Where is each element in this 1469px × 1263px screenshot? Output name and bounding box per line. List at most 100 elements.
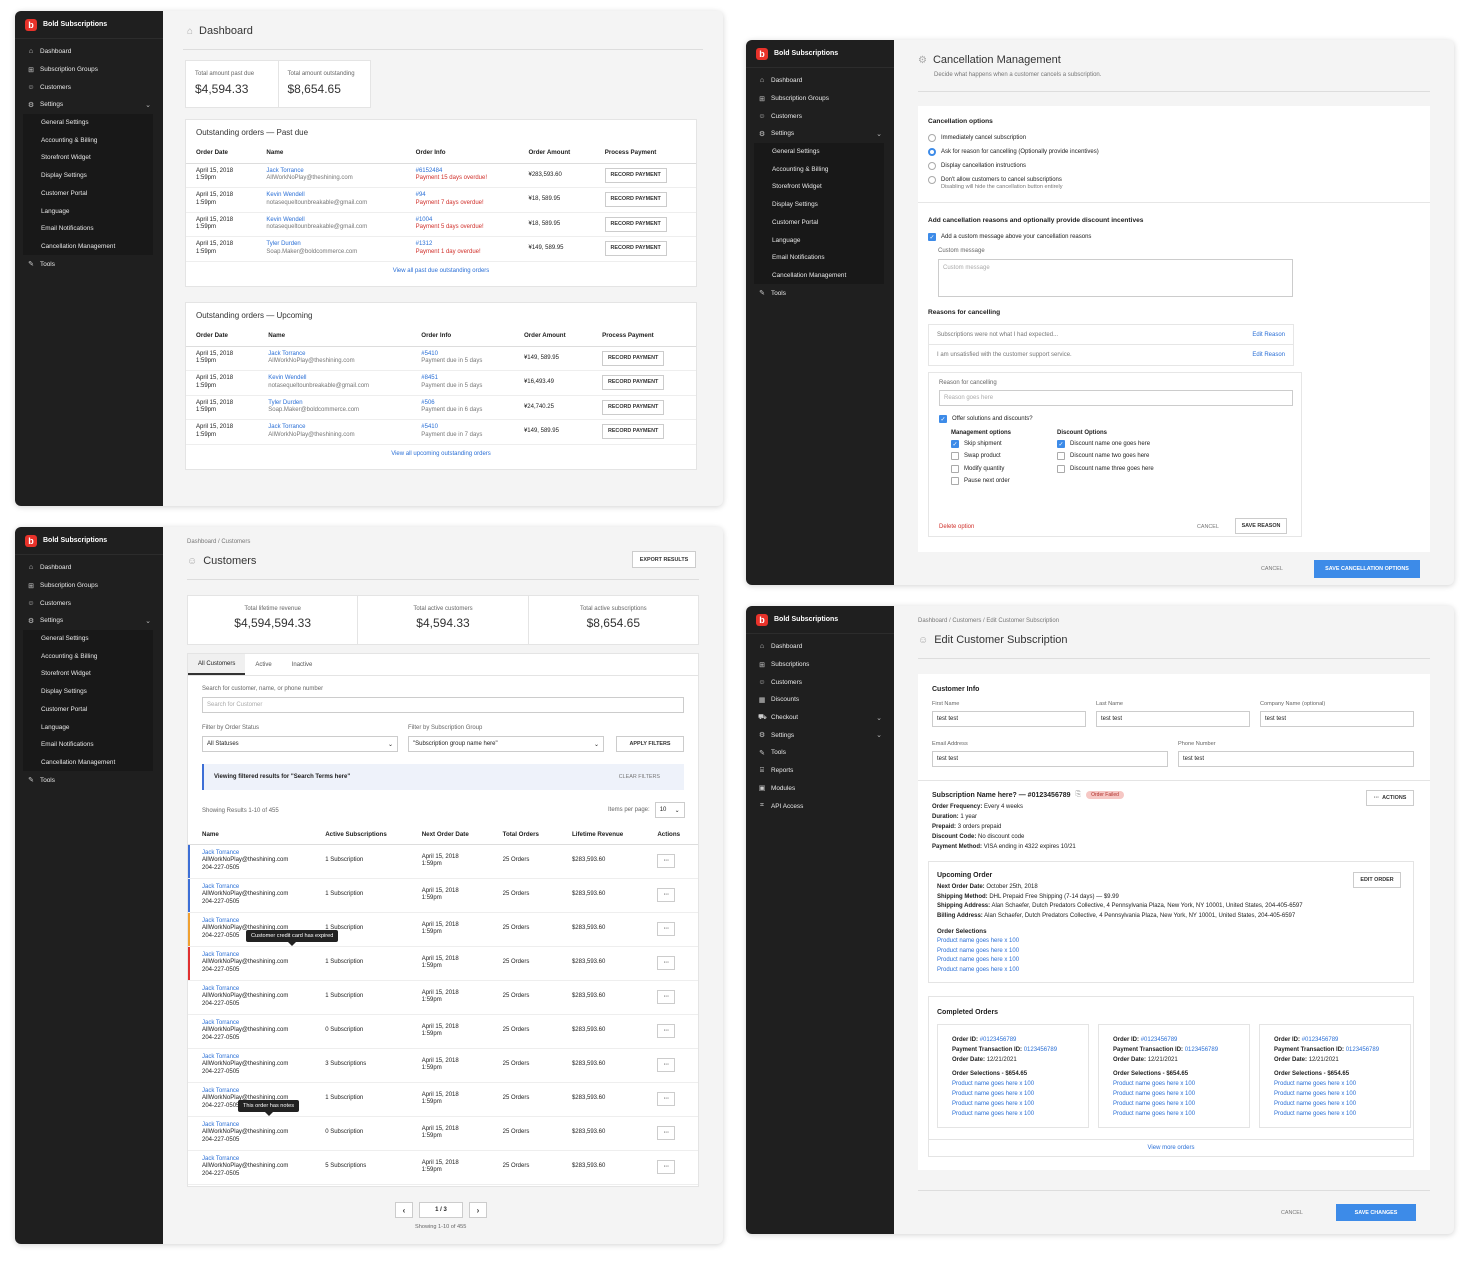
last-name-input[interactable]: test test (1096, 711, 1250, 727)
customer-name-link[interactable]: Kevin Wendell (266, 217, 395, 225)
row-actions-button[interactable]: ··· (657, 990, 676, 1004)
checkbox[interactable] (1057, 464, 1065, 473)
nav-accounting-billing[interactable]: Accounting & Billing (23, 647, 153, 665)
option-immediate[interactable]: Immediately cancel subscription (928, 131, 1099, 145)
nav-subscription-groups[interactable]: ⊞ Subscription Groups (15, 577, 163, 595)
nav-tools[interactable]: ✎ Tools (746, 744, 894, 762)
order-number-link[interactable]: #5410 (421, 424, 504, 432)
save-changes-button[interactable]: SAVE CHANGES (1336, 1204, 1416, 1221)
nav-storefront-widget[interactable]: Storefront Widget (23, 149, 153, 167)
tab-active[interactable]: Active (245, 654, 281, 675)
row-actions-button[interactable]: ··· (657, 956, 676, 970)
column-header[interactable]: Name (188, 826, 312, 845)
nav-customers[interactable]: ☺ Customers (15, 78, 163, 96)
view-all-link[interactable]: View all past due outstanding orders (186, 268, 696, 274)
breadcrumb[interactable]: Dashboard / Customers / Edit Customer Su… (918, 618, 1059, 624)
mgmt-skip-shipment[interactable]: ✓ Skip shipment (951, 438, 1011, 450)
email-input[interactable]: test test (932, 751, 1168, 767)
order-number-link[interactable]: #5410 (421, 351, 504, 359)
customer-name-link[interactable]: Tyler Durden (266, 241, 395, 249)
order-id-link[interactable]: #0123456789 (1141, 1037, 1178, 1043)
checkbox[interactable] (1057, 452, 1065, 461)
customer-name-link[interactable]: Tyler Durden (268, 400, 401, 408)
record-payment-button[interactable]: RECORD PAYMENT (602, 424, 665, 440)
nav-dashboard[interactable]: ⌂ Dashboard (746, 72, 894, 90)
customer-name-link[interactable]: Jack Torrance (202, 850, 297, 858)
product-link[interactable]: Product name goes here x 100 (937, 956, 1019, 966)
record-payment-button[interactable]: RECORD PAYMENT (602, 375, 665, 391)
order-id-link[interactable]: #0123456789 (980, 1037, 1017, 1043)
discount-three[interactable]: Discount name three goes here (1057, 463, 1154, 475)
column-header[interactable]: Lifetime Revenue (557, 826, 644, 845)
table-row[interactable]: Jack Torrance AllWorkNoPlay@theshining.co… (188, 1014, 698, 1049)
row-actions-button[interactable]: ··· (657, 1160, 676, 1174)
nav-general-settings[interactable]: General Settings (23, 630, 153, 648)
nav-cancellation-management[interactable]: Cancellation Management (23, 754, 153, 772)
save-reason-button[interactable]: SAVE REASON (1235, 518, 1287, 534)
nav-cancellation-management[interactable]: Cancellation Management (754, 267, 884, 285)
radio-button[interactable] (928, 176, 936, 184)
prev-page-button[interactable]: ‹ (395, 1202, 413, 1218)
copy-icon[interactable]: ⎘ (1076, 791, 1082, 799)
save-cancellation-options-button[interactable]: SAVE CANCELLATION OPTIONS (1314, 560, 1420, 578)
customer-name-link[interactable]: Jack Torrance (202, 1020, 297, 1028)
checkbox[interactable]: ✓ (928, 233, 936, 241)
nav-subscriptions[interactable]: ⊞ Subscriptions (746, 656, 894, 674)
product-link[interactable]: Product name goes here x 100 (1113, 1109, 1235, 1119)
radio-button[interactable] (928, 148, 936, 156)
record-payment-button[interactable]: RECORD PAYMENT (604, 216, 667, 232)
checkbox[interactable]: ✓ (951, 440, 959, 449)
nav-subscription-groups[interactable]: ⊞ Subscription Groups (746, 90, 894, 108)
discount-one[interactable]: ✓ Discount name one goes here (1057, 438, 1154, 450)
brand[interactable]: b Bold Subscriptions (15, 527, 163, 555)
nav-customer-portal[interactable]: Customer Portal (23, 185, 153, 203)
customer-name-link[interactable]: Jack Torrance (268, 351, 401, 359)
mgmt-swap-product[interactable]: Swap product (951, 450, 1011, 462)
order-number-link[interactable]: #6152484 (416, 168, 509, 176)
column-header[interactable]: Total Orders (488, 826, 558, 845)
nav-modules[interactable]: ▣ Modules (746, 780, 894, 798)
checkbox[interactable]: ✓ (939, 415, 947, 423)
column-header[interactable]: Active Subscriptions (311, 826, 408, 845)
product-link[interactable]: Product name goes here x 100 (952, 1079, 1074, 1089)
custom-message-textarea[interactable]: Custom message (938, 259, 1293, 297)
nav-general-settings[interactable]: General Settings (754, 143, 884, 161)
record-payment-button[interactable]: RECORD PAYMENT (604, 192, 667, 208)
cancel-reason-button[interactable]: CANCEL (1197, 524, 1219, 530)
customer-name-link[interactable]: Jack Torrance (202, 986, 297, 994)
row-actions-button[interactable]: ··· (657, 854, 676, 868)
nav-checkout[interactable]: ⛟ Checkout ⌄ (746, 709, 894, 727)
reason-input[interactable]: Reason goes here (939, 390, 1293, 406)
edit-reason-link[interactable]: Edit Reason (1252, 332, 1285, 338)
nav-email-notifications[interactable]: Email Notifications (23, 736, 153, 754)
nav-general-settings[interactable]: General Settings (23, 114, 153, 132)
nav-reports[interactable]: ⌸ Reports (746, 762, 894, 780)
nav-customers[interactable]: ☺ Customers (15, 594, 163, 612)
nav-language[interactable]: Language (23, 202, 153, 220)
product-link[interactable]: Product name goes here x 100 (937, 937, 1019, 947)
product-link[interactable]: Product name goes here x 100 (1113, 1089, 1235, 1099)
nav-storefront-widget[interactable]: Storefront Widget (23, 665, 153, 683)
record-payment-button[interactable]: RECORD PAYMENT (604, 241, 667, 257)
checkbox[interactable] (951, 464, 959, 473)
nav-settings[interactable]: ⚙ Settings ⌄ (15, 612, 163, 630)
per-page-select[interactable]: 10 ⌄ (654, 802, 685, 818)
brand[interactable]: b Bold Subscriptions (746, 606, 894, 634)
product-link[interactable]: Product name goes here x 100 (937, 947, 1019, 957)
nav-accounting-billing[interactable]: Accounting & Billing (23, 131, 153, 149)
customer-name-link[interactable]: Jack Torrance (202, 918, 297, 926)
column-header[interactable]: Order Amount (518, 143, 595, 164)
order-number-link[interactable]: #506 (421, 400, 504, 408)
edit-reason-link[interactable]: Edit Reason (1252, 352, 1285, 358)
offer-solutions-checkbox[interactable]: ✓ Offer solutions and discounts? (939, 412, 1033, 426)
nav-settings[interactable]: ⚙ Settings ⌄ (15, 96, 163, 114)
nav-storefront-widget[interactable]: Storefront Widget (754, 178, 884, 196)
nav-api-access[interactable]: ⌗ API Access (746, 797, 894, 815)
table-row[interactable]: Jack Torrance AllWorkNoPlay@theshining.co… (188, 1150, 698, 1185)
nav-dashboard[interactable]: ⌂ Dashboard (746, 638, 894, 656)
nav-accounting-billing[interactable]: Accounting & Billing (754, 160, 884, 178)
column-header[interactable]: Order Info (405, 143, 519, 164)
row-actions-button[interactable]: ··· (657, 888, 676, 902)
product-link[interactable]: Product name goes here x 100 (1274, 1109, 1396, 1119)
checkbox[interactable] (951, 452, 959, 461)
